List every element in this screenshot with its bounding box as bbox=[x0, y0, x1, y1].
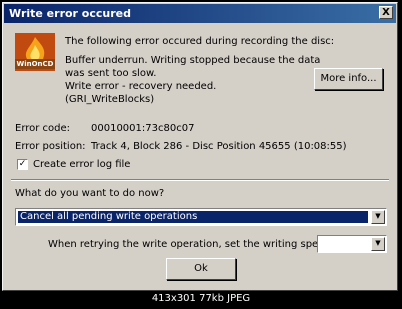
error-message-line-1: Buffer underrun. Writing stopped because… bbox=[65, 55, 321, 66]
image-footer: 413x301 77kb JPEG bbox=[151, 293, 251, 304]
error-code-label: Error code: bbox=[15, 123, 71, 134]
chevron-down-icon[interactable]: ▼ bbox=[371, 237, 385, 251]
create-log-label[interactable]: Create error log file bbox=[33, 159, 130, 170]
speed-label: When retrying the write operation, set t… bbox=[48, 239, 344, 250]
error-intro-text: The following error occured during recor… bbox=[65, 36, 335, 47]
error-dialog: Write error occured X WinOnCD The follow… bbox=[2, 2, 398, 291]
writing-speed-value bbox=[320, 238, 368, 250]
action-select[interactable]: Cancel all pending write operations ▼ bbox=[15, 208, 387, 226]
error-position-label: Error position: bbox=[15, 141, 86, 152]
separator bbox=[11, 179, 389, 181]
ok-button[interactable]: Ok bbox=[166, 258, 236, 280]
error-position-value: Track 4, Block 286 - Disc Position 45655… bbox=[91, 141, 347, 152]
close-button[interactable]: X bbox=[379, 6, 393, 19]
chevron-down-icon[interactable]: ▼ bbox=[371, 210, 385, 224]
error-message-line-3: Write error - recovery needed. bbox=[65, 81, 217, 92]
writing-speed-select[interactable]: ▼ bbox=[317, 235, 387, 253]
more-info-button[interactable]: More info... bbox=[314, 68, 383, 90]
action-select-value: Cancel all pending write operations bbox=[18, 211, 368, 223]
action-question: What do you want to do now? bbox=[15, 188, 165, 199]
app-logo-text: WinOnCD bbox=[15, 59, 55, 69]
error-message-line-4: (GRI_WriteBlocks) bbox=[65, 94, 155, 105]
create-log-checkbox[interactable]: ✓ bbox=[17, 159, 28, 170]
title-bar[interactable]: Write error occured X bbox=[4, 4, 396, 23]
dialog-title: Write error occured bbox=[9, 7, 131, 20]
error-message-line-2: was sent too slow. bbox=[65, 68, 157, 79]
error-code-value: 00010001:73c80c07 bbox=[91, 123, 195, 134]
